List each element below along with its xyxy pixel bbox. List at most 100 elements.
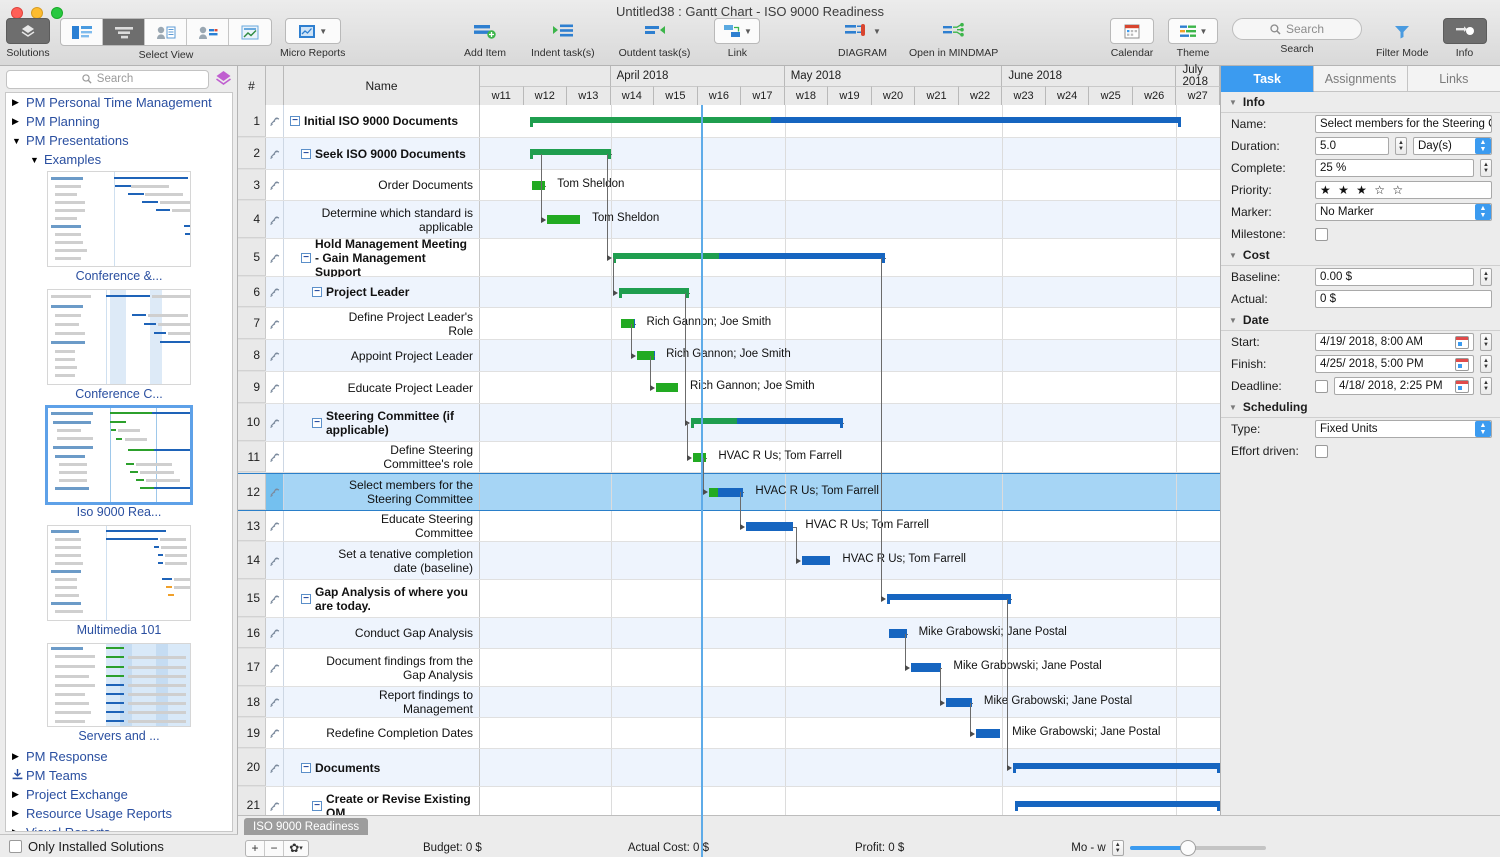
solution-thumbnail-iso-9000-readiness[interactable]: Iso 9000 Rea... — [6, 407, 232, 523]
outdent-tasks-button[interactable]: Outdent task(s) — [619, 18, 691, 59]
row-chart-cell[interactable] — [480, 749, 1220, 786]
task-bar-progress[interactable] — [621, 319, 634, 328]
marker-select[interactable]: No Marker ▲▼ — [1315, 203, 1492, 221]
row-indicator-icon[interactable] — [266, 718, 284, 748]
solution-thumbnail-conference-c[interactable]: Conference C... — [6, 289, 232, 405]
row-name-cell[interactable]: Set a tenative completion date (baseline… — [284, 542, 480, 579]
micro-reports-button[interactable]: ▼ Micro Reports — [280, 18, 345, 59]
summary-bar[interactable] — [719, 253, 885, 259]
section-header-date[interactable]: ▼ Date — [1221, 310, 1500, 331]
sheet-tab-iso-9000-readiness[interactable]: ISO 9000 Readiness — [244, 818, 368, 835]
priority-field[interactable]: ★ ★ ★ ☆ ☆ — [1315, 181, 1492, 199]
section-header-scheduling[interactable]: ▼ Scheduling — [1221, 397, 1500, 418]
info-button[interactable]: Info — [1443, 18, 1487, 59]
row-indicator-icon[interactable] — [266, 542, 284, 579]
row-indicator-icon[interactable] — [266, 105, 284, 137]
row-chart-cell[interactable]: HVAC R Us; Tom Farrell — [480, 474, 1220, 510]
row-indicator-icon[interactable] — [266, 201, 284, 238]
task-bar-progress[interactable] — [547, 215, 580, 224]
sidebar-item-visual-reports[interactable]: ▶ Visual Reports — [6, 823, 232, 832]
row-name-cell[interactable]: −Documents — [284, 749, 480, 786]
table-row[interactable]: 19Redefine Completion DatesMike Grabowsk… — [238, 718, 1220, 749]
row-indicator-icon[interactable] — [266, 511, 284, 541]
row-name-cell[interactable]: −Project Leader — [284, 277, 480, 307]
section-header-info[interactable]: ▼ Info — [1221, 92, 1500, 113]
row-chart-cell[interactable]: Mike Grabowski; Jane Postal — [480, 718, 1220, 748]
gantt-rows[interactable]: 1−Initial ISO 9000 Documents2−Seek ISO 9… — [238, 105, 1220, 857]
row-chart-cell[interactable]: Rich Gannon; Joe Smith — [480, 308, 1220, 339]
summary-bar[interactable] — [737, 418, 843, 424]
baseline-stepper[interactable]: ▲▼ — [1480, 268, 1492, 286]
row-name-cell[interactable]: Educate Steering Committee — [284, 511, 480, 541]
table-row[interactable]: 5−Hold Management Meeting - Gain Managem… — [238, 239, 1220, 277]
row-name-cell[interactable]: −Steering Committee (if applicable) — [284, 404, 480, 441]
row-chart-cell[interactable]: HVAC R Us; Tom Farrell — [480, 442, 1220, 472]
row-indicator-icon[interactable] — [266, 580, 284, 617]
row-indicator-icon[interactable] — [266, 442, 284, 472]
row-indicator-icon[interactable] — [266, 340, 284, 371]
task-bar-progress[interactable] — [637, 351, 654, 360]
view-resource-usage-icon[interactable] — [187, 19, 229, 45]
zoom-slider-track[interactable] — [1130, 846, 1266, 850]
summary-bar[interactable] — [887, 594, 1011, 600]
row-chart-cell[interactable]: Mike Grabowski; Jane Postal — [480, 649, 1220, 686]
sidebar-search-input[interactable]: Search — [6, 70, 209, 89]
add-item-button[interactable]: Add Item — [463, 18, 507, 59]
row-chart-cell[interactable]: Tom Sheldon — [480, 170, 1220, 200]
row-chart-cell[interactable] — [480, 277, 1220, 307]
only-installed-solutions-row[interactable]: Only Installed Solutions — [0, 834, 238, 857]
view-report-icon[interactable] — [229, 19, 271, 45]
table-row[interactable]: 3Order DocumentsTom Sheldon — [238, 170, 1220, 201]
row-indicator-icon[interactable] — [266, 239, 284, 276]
duration-unit-select[interactable]: Day(s) ▲▼ — [1413, 137, 1492, 155]
duration-stepper[interactable]: ▲▼ — [1395, 137, 1407, 155]
row-chart-cell[interactable] — [480, 404, 1220, 441]
finish-stepper[interactable]: ▲▼ — [1480, 355, 1492, 373]
table-row[interactable]: 11Define Steering Committee's roleHVAC R… — [238, 442, 1220, 473]
complete-field[interactable]: 25 % — [1315, 159, 1474, 177]
tab-task[interactable]: Task — [1221, 66, 1314, 92]
summary-bar[interactable] — [1013, 763, 1220, 769]
name-field[interactable]: Select members for the Steering Committe… — [1315, 115, 1492, 133]
only-installed-solutions-checkbox[interactable] — [9, 840, 22, 853]
row-indicator-icon[interactable] — [266, 308, 284, 339]
remove-sheet-button[interactable]: − — [265, 841, 284, 856]
solutions-button[interactable]: Solutions — [6, 18, 50, 59]
zoom-slider-knob[interactable] — [1180, 840, 1196, 856]
row-name-cell[interactable]: −Hold Management Meeting - Gain Manageme… — [284, 239, 480, 276]
row-indicator-icon[interactable] — [266, 618, 284, 648]
task-bar-progress[interactable] — [693, 453, 706, 462]
sidebar-item-pm-presentations[interactable]: ▼ PM Presentations — [6, 131, 232, 150]
row-name-cell[interactable]: −Initial ISO 9000 Documents — [284, 105, 480, 137]
section-header-cost[interactable]: ▼ Cost — [1221, 245, 1500, 266]
row-indicator-icon[interactable] — [266, 749, 284, 786]
sidebar-item-pm-planning[interactable]: ▶ PM Planning — [6, 112, 232, 131]
expand-collapse-icon[interactable]: − — [301, 594, 311, 604]
tab-links[interactable]: Links — [1408, 66, 1500, 92]
row-indicator-icon[interactable] — [266, 474, 284, 510]
solution-thumbnail-conference-and[interactable]: Conference &... — [6, 171, 232, 287]
complete-stepper[interactable]: ▲▼ — [1480, 159, 1492, 177]
expand-collapse-icon[interactable]: − — [301, 149, 311, 159]
task-bar[interactable] — [976, 729, 1000, 738]
deadline-field[interactable]: 4/18/ 2018, 2:25 PM — [1334, 377, 1474, 395]
row-chart-cell[interactable]: Rich Gannon; Joe Smith — [480, 372, 1220, 403]
row-indicator-icon[interactable] — [266, 372, 284, 403]
sidebar-item-pm-teams[interactable]: PM Teams — [6, 766, 232, 785]
row-name-cell[interactable]: Define Project Leader's Role — [284, 308, 480, 339]
table-row[interactable]: 15−Gap Analysis of where you are today. — [238, 580, 1220, 618]
row-chart-cell[interactable] — [480, 239, 1220, 276]
table-row[interactable]: 4Determine which standard is applicableT… — [238, 201, 1220, 239]
select-view-segments[interactable] — [60, 18, 272, 46]
summary-bar-progress[interactable] — [691, 418, 737, 424]
summary-bar[interactable] — [771, 117, 1181, 123]
sidebar-item-pm-response[interactable]: ▶ PM Response — [6, 747, 232, 766]
table-row[interactable]: 14Set a tenative completion date (baseli… — [238, 542, 1220, 580]
row-name-cell[interactable]: Report findings to Management — [284, 687, 480, 717]
summary-bar-progress[interactable] — [613, 253, 719, 259]
tab-assignments[interactable]: Assignments — [1314, 66, 1407, 92]
solutions-list[interactable]: ▶ PM Personal Time Management ▶ PM Plann… — [5, 92, 233, 832]
deadline-stepper[interactable]: ▲▼ — [1480, 377, 1492, 395]
sidebar-item-project-exchange[interactable]: ▶ Project Exchange — [6, 785, 232, 804]
calendar-icon[interactable] — [1455, 380, 1469, 393]
